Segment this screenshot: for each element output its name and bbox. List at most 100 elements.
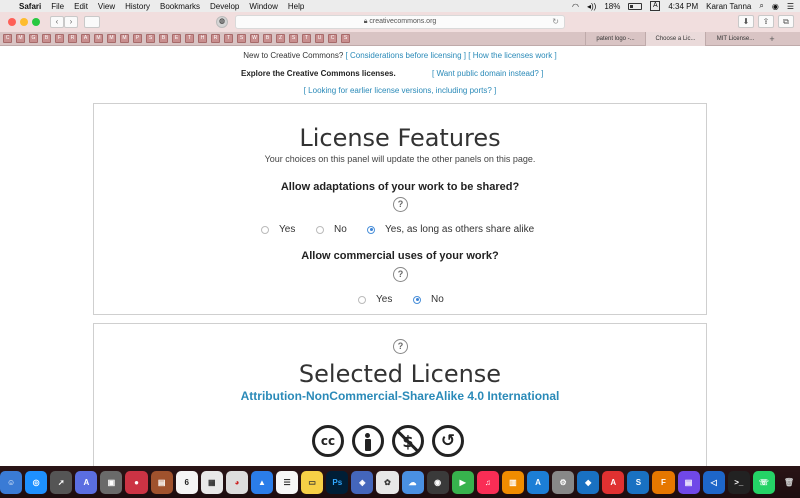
favorite-icon[interactable]: B xyxy=(159,34,168,43)
sourcetree-icon[interactable]: ◆ xyxy=(577,470,600,494)
stickies-icon[interactable]: ▭ xyxy=(301,470,324,494)
preview-icon[interactable]: ▦ xyxy=(200,470,223,494)
downloads-button[interactable]: ⬇ xyxy=(738,15,754,28)
chrome-icon[interactable]: ◕ xyxy=(225,470,248,494)
how-licenses-work-link[interactable]: [ How the licenses work ] xyxy=(468,51,556,60)
trash-icon[interactable]: 🗑︎ xyxy=(778,471,800,494)
menu-help[interactable]: Help xyxy=(283,2,309,11)
share-button[interactable]: ⇪ xyxy=(758,15,774,28)
adaptations-no-radio[interactable]: No xyxy=(316,224,347,235)
public-domain-link[interactable]: [ Want public domain instead? ] xyxy=(432,69,543,78)
favorite-icon[interactable]: S xyxy=(146,34,155,43)
help-icon[interactable]: ? xyxy=(393,197,408,212)
app-store-2-icon[interactable]: A xyxy=(526,470,550,494)
terminal-icon[interactable]: >_ xyxy=(727,470,750,494)
menu-file[interactable]: File xyxy=(46,2,69,11)
input-source-icon[interactable]: A xyxy=(650,1,661,11)
menu-history[interactable]: History xyxy=(120,2,155,11)
siri-icon[interactable]: ◉ xyxy=(772,2,779,11)
favorite-icon[interactable]: F xyxy=(55,34,64,43)
battery-percent[interactable]: 18% xyxy=(604,2,620,11)
license-name-link[interactable]: Attribution-NonCommercial-ShareAlike 4.0… xyxy=(94,389,706,403)
address-bar[interactable]: 🔒︎ creativecommons.org ↻ xyxy=(235,15,565,29)
system-preferences-icon[interactable]: ⚙ xyxy=(552,470,575,494)
menu-window[interactable]: Window xyxy=(244,2,282,11)
whatsapp-icon[interactable]: ☏ xyxy=(752,470,775,494)
close-window-button[interactable] xyxy=(8,18,16,26)
wifi-icon[interactable]: ◠ xyxy=(572,2,579,11)
favorite-icon[interactable]: Z xyxy=(276,34,285,43)
app-store-icon[interactable]: A xyxy=(75,470,98,494)
messages-badge-icon[interactable]: ● xyxy=(125,470,148,494)
tab-choose-license[interactable]: Choose a Lic... xyxy=(645,32,705,46)
menu-bookmarks[interactable]: Bookmarks xyxy=(155,2,205,11)
favorite-icon[interactable]: S xyxy=(289,34,298,43)
launchpad-icon[interactable]: ➚ xyxy=(50,470,73,494)
battery-icon[interactable] xyxy=(628,2,643,10)
music-icon[interactable]: ♫ xyxy=(476,470,499,494)
facetime-icon[interactable]: ▶ xyxy=(451,470,474,494)
favorite-icon[interactable]: M xyxy=(94,34,103,43)
forward-button[interactable]: › xyxy=(64,16,78,28)
favorite-icon[interactable]: R xyxy=(211,34,220,43)
reload-icon[interactable]: ↻ xyxy=(552,16,559,28)
show-tabs-button[interactable]: ⧉ xyxy=(778,15,794,28)
photos-app-icon[interactable]: ▣ xyxy=(100,470,123,494)
reminders-icon[interactable]: ☰ xyxy=(276,470,299,494)
favorite-icon[interactable]: B xyxy=(42,34,51,43)
sidebar-toggle-button[interactable] xyxy=(84,16,100,28)
tab-patent-logo[interactable]: patent logo -... xyxy=(585,32,645,46)
weather-icon[interactable]: ☁ xyxy=(401,470,424,494)
photoshop-icon[interactable]: Ps xyxy=(326,470,349,494)
help-icon[interactable]: ? xyxy=(393,267,408,282)
favorite-icon[interactable]: C xyxy=(3,34,12,43)
finder-icon[interactable]: ☺ xyxy=(0,470,23,494)
menu-view[interactable]: View xyxy=(93,2,120,11)
favorite-icon[interactable]: C xyxy=(328,34,337,43)
deck-icon[interactable]: ▤ xyxy=(677,470,700,494)
volume-icon[interactable]: ◂)) xyxy=(587,2,596,11)
zoom-window-button[interactable] xyxy=(32,18,40,26)
keynote-icon[interactable]: ▲ xyxy=(250,470,274,494)
books-icon[interactable]: ▥ xyxy=(501,470,524,494)
menu-edit[interactable]: Edit xyxy=(69,2,93,11)
favorite-icon[interactable]: M xyxy=(107,34,116,43)
commercial-yes-radio[interactable]: Yes xyxy=(358,294,392,305)
considerations-link[interactable]: [ Considerations before licensing ] xyxy=(346,51,467,60)
favorite-icon[interactable]: U xyxy=(315,34,324,43)
adaptations-yes-radio[interactable]: Yes xyxy=(261,224,295,235)
new-tab-button[interactable]: + xyxy=(765,32,779,46)
favorite-icon[interactable]: G xyxy=(29,34,38,43)
favorite-icon[interactable]: W xyxy=(250,34,259,43)
help-icon[interactable]: ? xyxy=(393,339,408,354)
notification-center-icon[interactable]: ☰ xyxy=(787,2,794,11)
favorite-icon[interactable]: E xyxy=(172,34,181,43)
camera-icon[interactable]: ◉ xyxy=(426,470,449,494)
menu-develop[interactable]: Develop xyxy=(205,2,244,11)
favorite-icon[interactable]: B xyxy=(263,34,272,43)
calendar-icon[interactable]: 6 xyxy=(175,470,198,494)
notes-book-icon[interactable]: ▤ xyxy=(150,470,173,494)
favorite-icon[interactable]: R xyxy=(68,34,77,43)
back-button[interactable]: ‹ xyxy=(50,16,64,28)
safari-icon[interactable]: ◎ xyxy=(25,470,48,494)
favorite-icon[interactable]: S xyxy=(237,34,246,43)
vscode-icon[interactable]: ◁ xyxy=(702,470,725,494)
skype-icon[interactable]: S xyxy=(627,470,650,494)
fontforge-icon[interactable]: F xyxy=(652,470,675,494)
favorite-icon[interactable]: S xyxy=(341,34,350,43)
favorite-icon[interactable]: A xyxy=(81,34,90,43)
minimize-window-button[interactable] xyxy=(20,18,28,26)
favorite-icon[interactable]: M xyxy=(16,34,25,43)
menu-app-name[interactable]: Safari xyxy=(14,2,46,11)
image-capture-icon[interactable]: ◈ xyxy=(351,470,374,494)
photos-icon[interactable]: ✿ xyxy=(376,470,399,494)
tab-mit-license[interactable]: MIT License... xyxy=(705,32,765,46)
user-name[interactable]: Karan Tanna xyxy=(706,2,751,11)
extension-icon[interactable]: ◍ xyxy=(216,16,228,28)
favorite-icon[interactable]: M xyxy=(120,34,129,43)
clock[interactable]: 4:34 PM xyxy=(668,2,698,11)
favorite-icon[interactable]: P xyxy=(133,34,142,43)
favorite-icon[interactable]: T xyxy=(224,34,233,43)
spotlight-icon[interactable]: ⌕ xyxy=(759,1,763,11)
